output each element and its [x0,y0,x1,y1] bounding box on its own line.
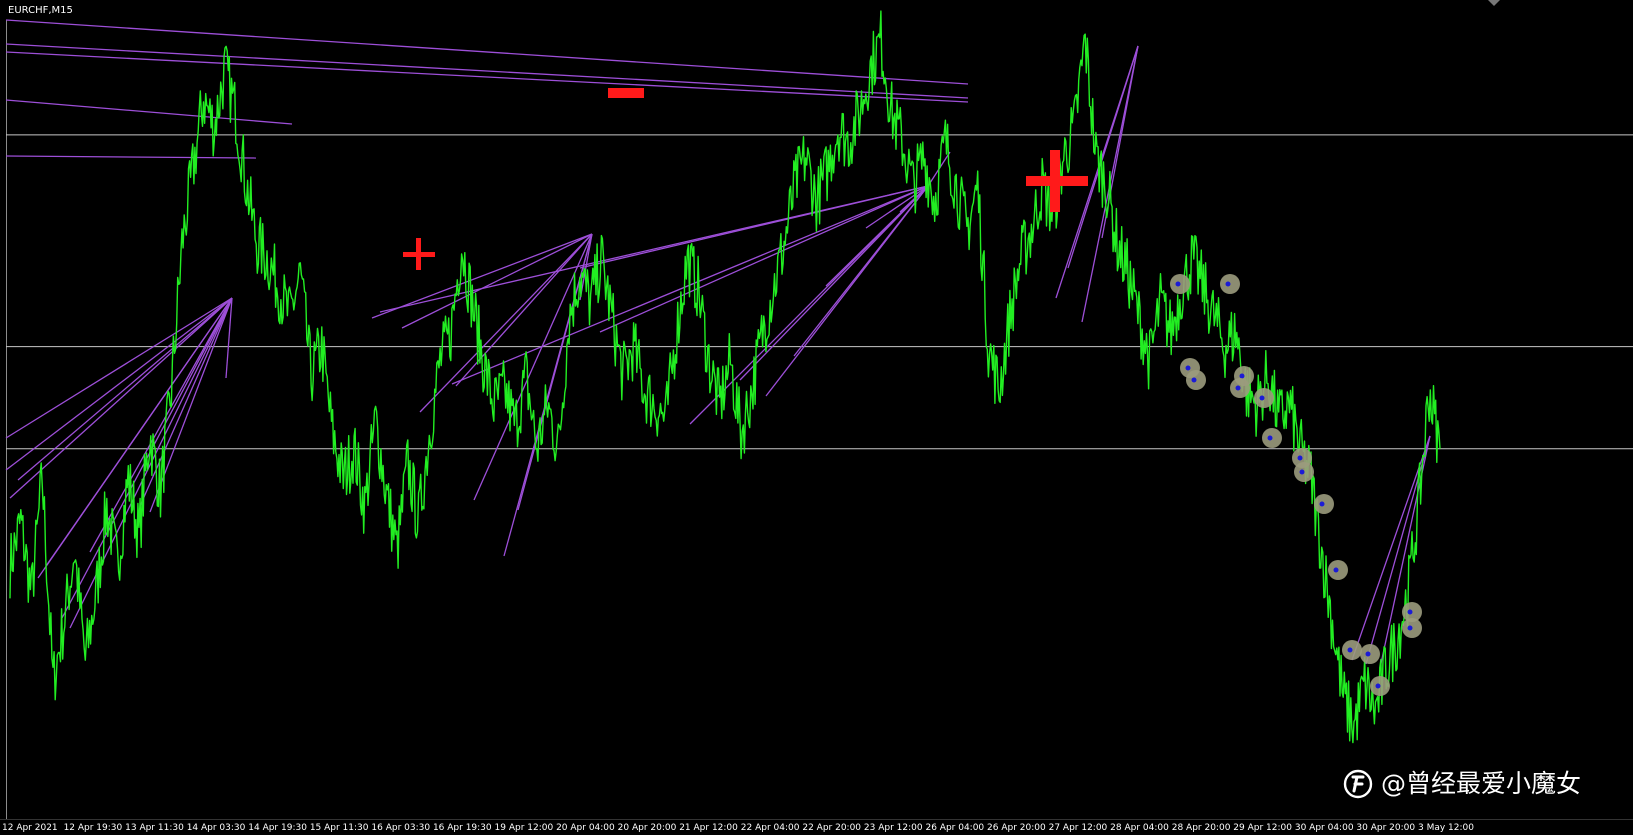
circle-markers [1170,274,1422,696]
circle-marker-dot-5 [1235,385,1241,391]
buy-marker-large-v [1050,150,1060,212]
trend-line-0-9 [139,297,233,507]
circle-marker-dot-13 [1365,651,1371,657]
chart-window[interactable]: EURCHF,M15 12 Apr 2021 12 Apr 19:30 13 Apr… [0,0,1633,835]
price-chart[interactable] [0,0,1633,820]
circle-marker-dot-3 [1191,377,1197,383]
circle-marker-dot-1 [1225,281,1231,287]
trend-line-2-5 [739,185,929,381]
time-tick-label: 12 Apr 2021 [2,823,58,833]
circle-marker-dot-15 [1407,609,1413,615]
time-tick-label: 15 Apr 11:30 [309,823,369,833]
circle-marker-dot-0 [1175,281,1181,287]
watermark: @曾经最爱小魔女 [1343,766,1581,802]
time-tick-label: 27 Apr 12:00 [1048,823,1108,833]
sell-marker [608,88,644,98]
circle-marker-dot-8 [1297,455,1303,461]
trend-line-2-7 [793,185,929,357]
price-line-group [9,10,1441,744]
trend-line-0-2 [9,297,233,499]
circle-marker-dot-9 [1299,469,1305,475]
time-tick-label: 30 Apr 20:00 [1356,823,1416,833]
time-tick-label: 19 Apr 12:00 [494,823,554,833]
time-tick-label: 26 Apr 20:00 [987,823,1046,833]
time-tick-label: 20 Apr 20:00 [617,823,677,833]
chart-title: EURCHF,M15 [8,5,73,16]
trend-line-2-3 [599,185,929,333]
circle-marker-dot-11 [1333,567,1339,573]
chart-shift-marker-icon[interactable] [1488,0,1500,6]
trend-line-0-10 [149,297,233,513]
circle-marker-dot-10 [1319,501,1325,507]
circle-marker-dot-7 [1267,435,1273,441]
circle-marker-dot-12 [1347,647,1353,653]
time-tick-label: 20 Apr 04:00 [556,823,615,833]
time-axis: 12 Apr 2021 12 Apr 19:30 13 Apr 11:30 14 Ap… [0,819,1633,835]
time-tick-label: 21 Apr 12:00 [679,823,738,833]
time-tick-label: 14 Apr 03:30 [186,823,246,833]
time-tick-label: 26 Apr 04:00 [925,823,985,833]
long-trend-line-2 [5,51,969,103]
price-line [9,10,1441,744]
long-trend-line-3 [5,99,293,125]
time-tick-label: 28 Apr 20:00 [1171,823,1231,833]
buy-marker-small-v [416,238,421,270]
time-tick-label: 28 Apr 04:00 [1110,823,1169,833]
circle-marker-dot-14 [1375,683,1381,689]
toutiao-logo-icon [1343,769,1373,799]
circle-marker-dot-16 [1407,625,1413,631]
time-tick-label: 13 Apr 11:30 [125,823,184,833]
time-tick-label: 30 Apr 04:00 [1294,823,1354,833]
time-tick-label: 23 Apr 12:00 [863,823,923,833]
trend-line-2-9 [865,185,929,229]
trend-line-2-2 [579,185,929,269]
time-tick-label: 12 Apr 19:30 [63,823,123,833]
long-trend-line-4 [5,155,257,159]
time-tick-label: 14 Apr 19:30 [248,823,307,833]
trend-line-1-0 [371,233,593,319]
circle-marker-dot-6 [1259,395,1265,401]
trend-line-0-1 [5,297,233,471]
time-tick-label: 16 Apr 03:30 [371,823,431,833]
trend-line-1-1 [401,233,593,329]
time-tick-label: 3 May 12:00 [1418,823,1474,833]
time-tick-label: 29 Apr 12:00 [1233,823,1292,833]
circle-marker-dot-2 [1185,365,1191,371]
circle-marker-dot-4 [1239,373,1245,379]
watermark-text: @曾经最爱小魔女 [1381,769,1582,798]
time-tick-label: 22 Apr 20:00 [802,823,862,833]
time-tick-label: 22 Apr 04:00 [740,823,800,833]
trade-markers [403,88,1088,270]
time-tick-label: 16 Apr 19:30 [432,823,492,833]
